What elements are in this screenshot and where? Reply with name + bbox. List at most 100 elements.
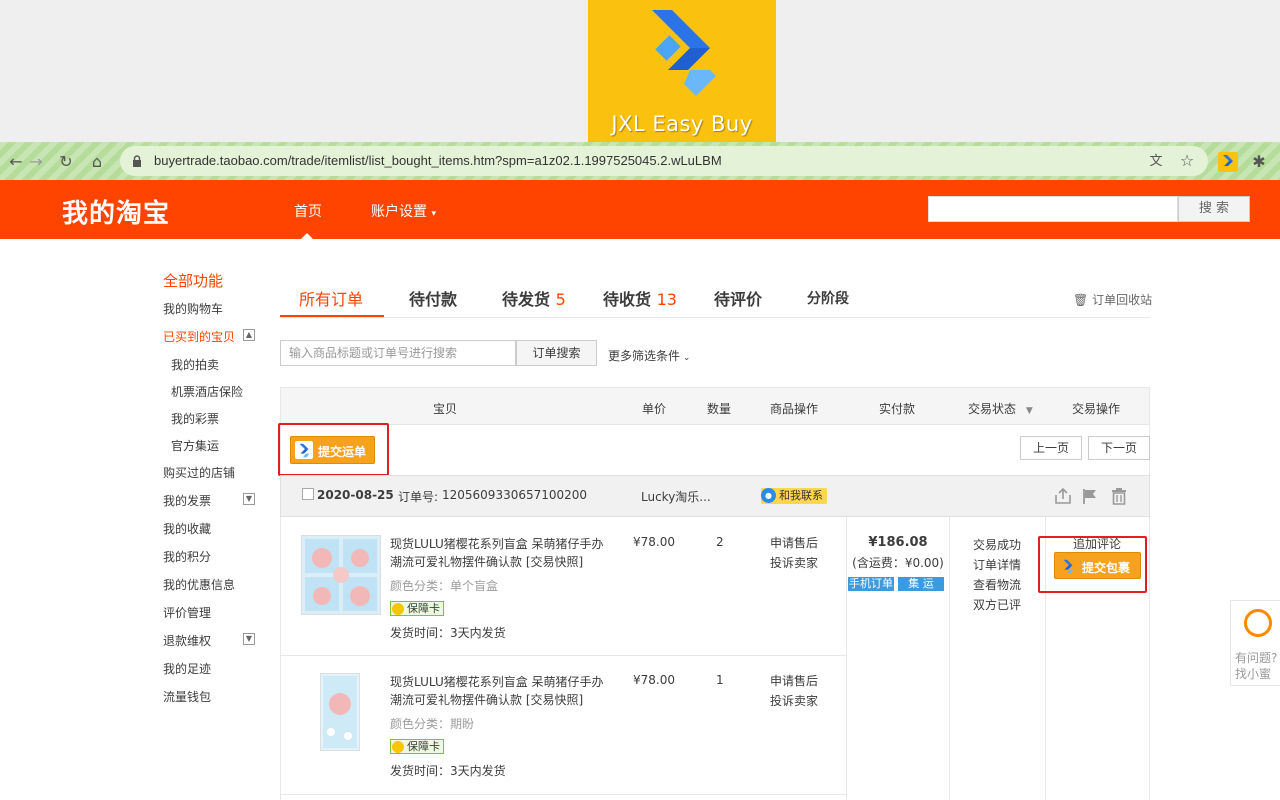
jxl-logo-icon (295, 441, 313, 459)
complain-seller-link[interactable]: 投诉卖家 (770, 691, 818, 711)
guarantee-badge[interactable]: 保障卡 (390, 739, 444, 754)
tab-count: 5 (555, 290, 566, 309)
view-logistics-link[interactable]: 查看物流 (973, 575, 1021, 595)
chevron-down-icon: ▼ (1025, 406, 1033, 416)
contact-seller-button[interactable]: ● 和我联系 (761, 488, 827, 504)
jxl-extension-icon[interactable] (1218, 152, 1238, 172)
item-variant: 颜色分类：单个盲盒 (390, 579, 499, 593)
nav-account-label: 账户设置 (371, 204, 427, 220)
mobile-order-badge: 手机订单 (848, 577, 894, 591)
sidebar-item-travel[interactable]: 机票酒店保险 (171, 383, 243, 400)
item-quantity: 2 (716, 535, 724, 549)
sidebar-item-bought[interactable]: 已买到的宝贝 (163, 328, 235, 345)
shipping-note: (含运费：¥0.00) (852, 556, 944, 570)
sidebar-item-refunds[interactable]: 退款维权 (163, 632, 211, 649)
reload-icon[interactable]: ↻ (56, 152, 76, 172)
chat-icon: ● (761, 488, 776, 503)
next-page-button[interactable]: 下一页 (1088, 436, 1150, 460)
column-divider (846, 517, 847, 800)
item-ops: 申请售后 投诉卖家 (770, 533, 818, 573)
help-line1: 有问题? (1235, 651, 1278, 665)
sidebar-item-shops[interactable]: 购买过的店铺 (163, 464, 235, 481)
sidebar-item-footprint[interactable]: 我的足迹 (163, 660, 211, 677)
help-assistant-widget[interactable]: 有问题? 找小蜜 (1230, 600, 1280, 686)
sidebar-item-cart[interactable]: 我的购物车 (163, 300, 223, 317)
flag-icon[interactable] (1081, 487, 1099, 508)
item-variant: 颜色分类：期盼 (390, 717, 475, 731)
back-icon[interactable]: ← (6, 152, 26, 172)
order-search-button[interactable]: 订单搜索 (516, 340, 597, 366)
order-recycle-bin[interactable]: 🗑 订单回收站 (1073, 291, 1152, 308)
sidebar-item-auction[interactable]: 我的拍卖 (171, 356, 219, 373)
sidebar-item-invoice[interactable]: 我的发票 (163, 492, 211, 509)
my-taobao-logo[interactable]: 我的淘宝 (62, 193, 170, 230)
item-thumbnail[interactable] (301, 535, 381, 615)
submit-waybill-button[interactable]: 提交运单 (290, 436, 375, 464)
sidebar-item-consolidation[interactable]: 官方集运 (171, 437, 219, 454)
both-reviewed: 双方已评 (973, 598, 1022, 612)
guarantee-icon (392, 603, 404, 615)
delete-icon[interactable] (1110, 487, 1128, 508)
sidebar-item-reviews[interactable]: 评价管理 (163, 604, 211, 621)
sidebar-item-data-wallet[interactable]: 流量钱包 (163, 688, 211, 705)
col-quantity: 数量 (707, 402, 732, 416)
url-text[interactable]: buyertrade.taobao.com/trade/itemlist/lis… (154, 153, 722, 168)
apply-after-sale-link[interactable]: 申请售后 (770, 671, 818, 691)
home-icon[interactable]: ⌂ (87, 152, 107, 172)
nav-home[interactable]: 首页 (294, 201, 322, 221)
expand-icon[interactable]: ▼ (243, 493, 255, 505)
item-title-link[interactable]: 现货LULU猪樱花系列盲盒 呆萌猪仔手办潮流可爱礼物摆件确认款 [交易快照] (390, 535, 610, 571)
collapse-icon[interactable]: ▲ (243, 329, 255, 341)
status-success: 交易成功 (973, 538, 1022, 552)
item-title-link[interactable]: 现货LULU猪樱花系列盲盒 呆萌猪仔手办潮流可爱礼物摆件确认款 [交易快照] (390, 673, 610, 709)
sidebar-item-lottery[interactable]: 我的彩票 (171, 410, 219, 427)
sidebar-item-points[interactable]: 我的积分 (163, 548, 211, 565)
prev-page-button[interactable]: 上一页 (1020, 436, 1082, 460)
extensions-puzzle-icon[interactable]: ✱ (1249, 152, 1269, 172)
item-thumbnail[interactable] (320, 673, 360, 751)
order-number-label: 订单号: (398, 490, 439, 504)
order-total: ¥186.08 (含运费：¥0.00) (848, 535, 948, 571)
share-icon[interactable] (1054, 487, 1072, 508)
sidebar-item-coupons[interactable]: 我的优惠信息 (163, 576, 235, 593)
header-search-button[interactable]: 搜 索 (1178, 196, 1250, 222)
tab-all-orders[interactable]: 所有订单 (299, 286, 363, 310)
order-checkbox[interactable] (302, 488, 314, 500)
nav-account-settings[interactable]: 账户设置 ▾ (371, 201, 436, 221)
tab-divider (280, 317, 1150, 318)
more-filters-label: 更多筛选条件 (608, 349, 681, 363)
consolidation-badge: 集 运 (898, 577, 944, 591)
tab-to-receive[interactable]: 待收货 13 (603, 286, 677, 310)
apply-after-sale-link[interactable]: 申请售后 (770, 533, 818, 553)
tab-staged[interactable]: 分阶段 (807, 288, 849, 308)
item-ship-time: 发货时间：3天内发货 (390, 626, 506, 640)
trade-status: 交易成功 订单详情 查看物流 双方已评 (973, 535, 1021, 615)
row-divider (280, 794, 846, 795)
tab-to-pay[interactable]: 待付款 (409, 286, 457, 310)
submit-package-button[interactable]: 提交包裹 (1054, 552, 1141, 579)
sidebar-all-functions[interactable]: 全部功能 (163, 270, 223, 291)
col-item: 宝贝 (433, 402, 458, 416)
sidebar-item-favorites[interactable]: 我的收藏 (163, 520, 211, 537)
more-filters-toggle[interactable]: 更多筛选条件 ⌄ (608, 347, 690, 364)
shop-name[interactable]: Lucky淘乐... (641, 488, 711, 505)
complain-seller-link[interactable]: 投诉卖家 (770, 553, 818, 573)
guarantee-label: 保障卡 (407, 740, 440, 753)
trash-icon: 🗑 (1073, 293, 1089, 307)
expand-icon[interactable]: ▼ (243, 633, 255, 645)
header-search-input[interactable] (928, 196, 1178, 222)
bookmark-star-icon[interactable]: ☆ (1177, 151, 1197, 171)
guarantee-label: 保障卡 (407, 602, 440, 615)
tab-to-ship[interactable]: 待发货 5 (502, 286, 566, 310)
col-paid: 实付款 (879, 402, 916, 416)
lock-icon (133, 155, 141, 167)
col-status-label: 交易状态 (968, 402, 1017, 416)
order-search-input[interactable]: 输入商品标题或订单号进行搜索 (280, 340, 516, 366)
translate-icon[interactable]: 文 (1146, 152, 1166, 172)
forward-icon[interactable]: → (26, 152, 46, 172)
tab-to-review[interactable]: 待评价 (714, 286, 762, 310)
guarantee-badge[interactable]: 保障卡 (390, 601, 444, 616)
col-trade-ops: 交易操作 (1072, 402, 1121, 416)
col-status[interactable]: 交易状态 ▼ (968, 400, 1033, 417)
order-details-link[interactable]: 订单详情 (973, 555, 1021, 575)
